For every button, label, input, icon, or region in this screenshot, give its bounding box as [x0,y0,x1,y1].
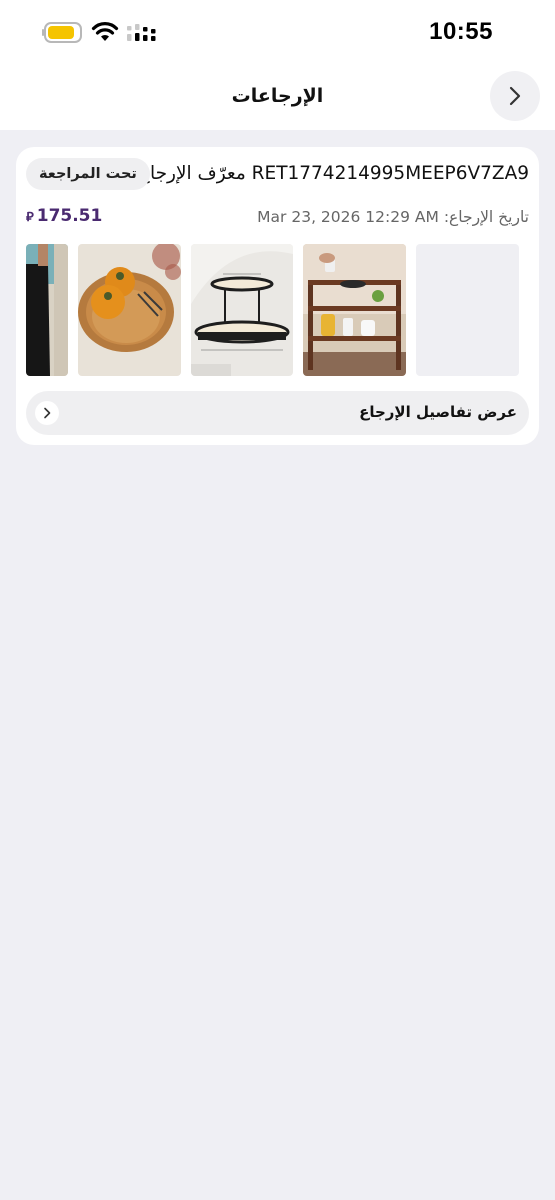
return-date-label: تاريخ الإرجاع: [443,208,529,226]
return-id-value: RET1774214995MEEP6V7ZA9 [251,163,529,184]
chevron-right-icon [35,401,59,425]
black-pants-image[interactable] [26,244,68,376]
two-tier-tray-image[interactable] [191,244,293,376]
page-title: الإرجاعات [231,85,324,107]
wooden-spice-rack-image[interactable] [303,244,406,376]
battery-icon [42,22,82,43]
rattan-tray-persimmons-image[interactable] [78,244,181,376]
back-button[interactable] [490,71,540,121]
amount-value: 175.51 [36,206,103,226]
returned-items-images[interactable] [26,244,529,376]
return-date: Mar 23, 2026 12:29 AM تاريخ الإرجاع: [257,208,529,226]
currency-symbol: ⃁ [26,209,34,225]
product-image-placeholder[interactable] [416,244,519,376]
status-badge: تحت المراجعة [26,158,150,190]
nav-bar: الإرجاعات [0,66,555,130]
wifi-icon [91,22,119,41]
cellular-signal-icon [127,24,156,41]
chevron-right-icon [509,86,521,106]
return-card[interactable]: معرّف الإرجاع: RET1774214995MEEP6V7ZA9 ت… [16,147,539,445]
view-return-details-label: عرض تفاصيل الإرجاع [359,403,517,421]
view-return-details-button[interactable]: عرض تفاصيل الإرجاع [26,391,529,435]
return-id: معرّف الإرجاع: RET1774214995MEEP6V7ZA9 [133,163,529,184]
return-amount: ⃁ 175.51 [26,206,102,226]
return-date-value: Mar 23, 2026 12:29 AM [257,208,439,226]
status-time: 10:55 [429,18,493,45]
status-bar: 10:55 [0,0,555,66]
